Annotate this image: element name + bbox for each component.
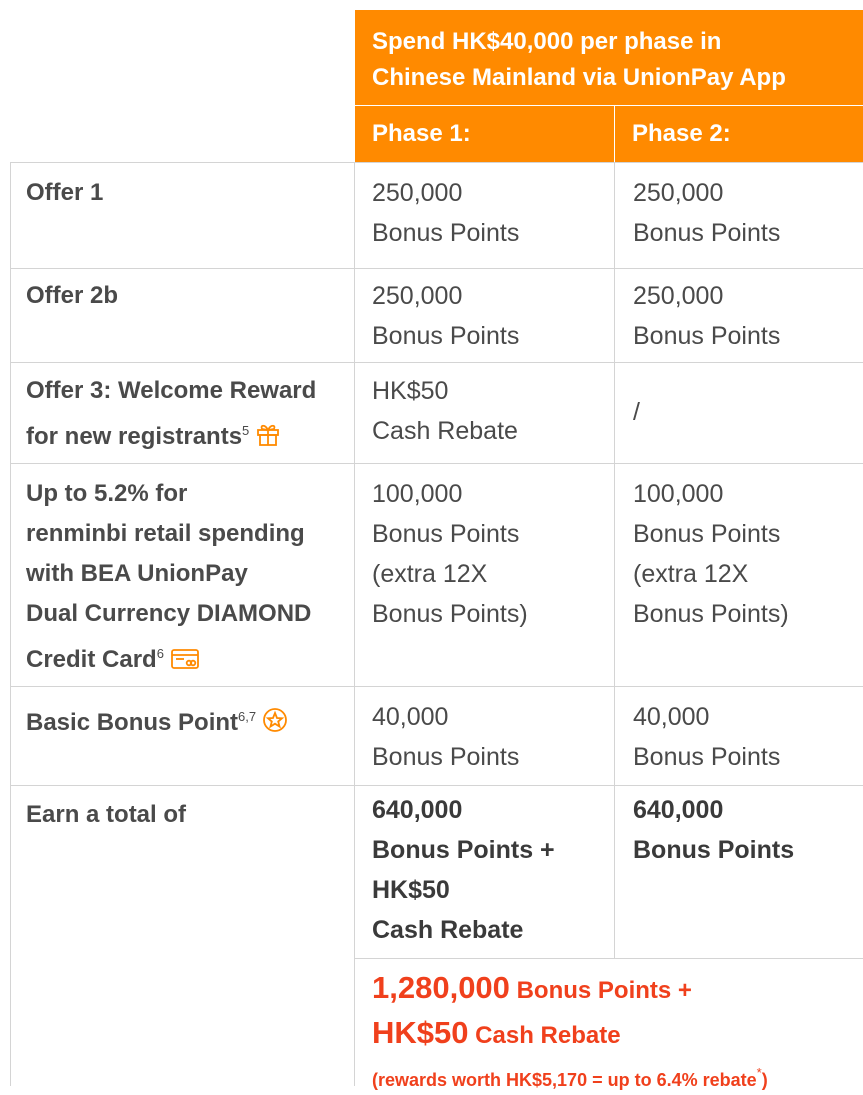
phase-2-header: Phase 2: — [615, 106, 863, 162]
phase-1-diamond-card-value: 100,000 Bonus Points (extra 12X Bonus Point… — [372, 480, 528, 628]
phase-1-basic-bonus-value: 40,000 Bonus Points — [372, 703, 520, 771]
gift-icon — [255, 420, 281, 460]
grand-total-note: (rewards worth HK$5,170 = up to 6.4% reb… — [372, 1065, 768, 1090]
phase-2-total-value: 640,000 Bonus Points — [633, 796, 795, 864]
row-label-offer-2b: Offer 2b — [26, 282, 119, 309]
grand-total: 1,280,000 Bonus Points + HK$50 Cash Reba… — [372, 968, 863, 1095]
row-divider — [10, 785, 863, 786]
phase-2-offer-2b-value: 250,000 Bonus Points — [633, 282, 781, 350]
header-line-2: Chinese Mainland via UnionPay App — [372, 64, 786, 91]
row-label-offer-3: Offer 3: Welcome Reward for new registra… — [26, 371, 351, 460]
row-divider — [10, 686, 863, 687]
row-divider — [10, 463, 863, 464]
row-label-offer-1: Offer 1 — [26, 179, 104, 206]
column-divider-1 — [354, 162, 355, 1086]
grand-total-points: 1,280,000 — [372, 970, 510, 1005]
phase-2-offer-3-value: / — [633, 398, 640, 426]
header-line-1: Spend HK$40,000 per phase in — [372, 28, 722, 55]
phase-2-basic-bonus-value: 40,000 Bonus Points — [633, 703, 781, 771]
grand-total-cash: HK$50 — [372, 1015, 469, 1050]
phase-2-diamond-card-value: 100,000 Bonus Points (extra 12X Bonus Point… — [633, 480, 789, 628]
row-label-basic-bonus-point: Basic Bonus Point6,7 — [26, 697, 351, 746]
phase-1-total-value: 640,000 Bonus Points + HK$50 Cash Rebate — [372, 796, 555, 944]
column-divider-2 — [614, 162, 615, 958]
row-divider-top — [10, 162, 863, 163]
row-label-diamond-card: Up to 5.2% for renminbi retail spending … — [26, 474, 351, 683]
offer-header: Spend HK$40,000 per phase in Chinese Mai… — [355, 10, 863, 105]
table-left-border — [10, 162, 11, 1086]
phase-2-offer-1-value: 250,000 Bonus Points — [633, 179, 781, 247]
phase-1-offer-3-value: HK$50 Cash Rebate — [372, 377, 518, 445]
phase-1-offer-2b-value: 250,000 Bonus Points — [372, 282, 520, 350]
phase-1-header: Phase 1: — [355, 106, 614, 162]
row-divider — [10, 362, 863, 363]
row-label-earn-total: Earn a total of — [26, 801, 187, 828]
star-badge-icon — [262, 706, 288, 746]
row-divider — [10, 268, 863, 269]
credit-card-icon — [170, 643, 200, 683]
phase-1-offer-1-value: 250,000 Bonus Points — [372, 179, 520, 247]
row-divider-total — [355, 958, 863, 959]
